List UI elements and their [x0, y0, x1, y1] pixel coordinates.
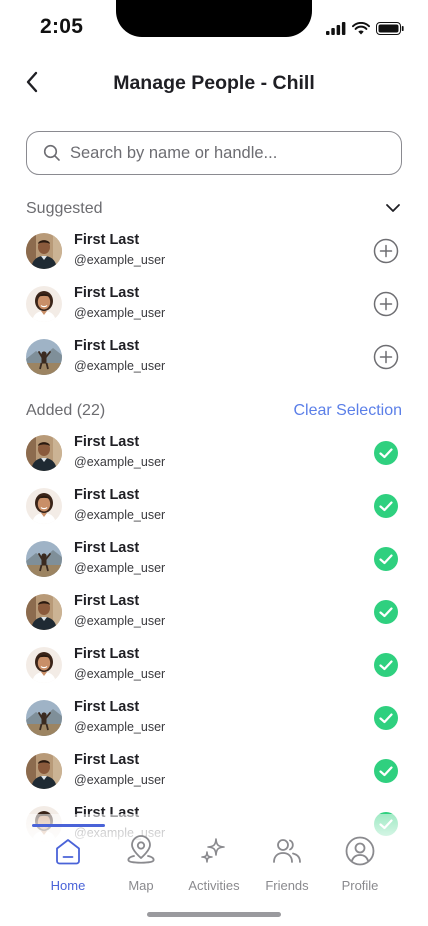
person-handle: @example_user: [74, 561, 166, 575]
added-person-row[interactable]: First Last @example_user: [26, 434, 402, 474]
added-person-row[interactable]: First Last @example_user: [26, 540, 402, 580]
nav-profile-label: Profile: [341, 878, 379, 893]
check-circle-icon: [373, 441, 399, 470]
avatar: [26, 753, 62, 789]
person-handle: @example_user: [74, 508, 166, 522]
person-name: First Last: [74, 285, 140, 301]
wifi-icon: [352, 21, 370, 40]
nav-friends[interactable]: Friends: [247, 834, 327, 896]
avatar: [26, 233, 62, 269]
added-person-row[interactable]: First Last @example_user: [26, 593, 402, 633]
page-title: Manage People - Chill: [113, 72, 315, 94]
bottom-nav: Home Map Activities Friends Profile: [0, 822, 428, 902]
check-circle-icon: [373, 600, 399, 629]
selected-check-button[interactable]: [373, 440, 399, 466]
person-name: First Last: [74, 752, 140, 768]
check-circle-icon: [373, 547, 399, 576]
nav-friends-label: Friends: [265, 878, 309, 893]
person-handle: @example_user: [74, 306, 166, 320]
avatar: [26, 435, 62, 471]
person-handle: @example_user: [74, 455, 166, 469]
signal-icon: [326, 22, 346, 40]
home-icon: [51, 834, 85, 868]
selected-check-button[interactable]: [373, 546, 399, 572]
active-tab-indicator: [32, 824, 105, 827]
profile-icon: [343, 834, 377, 868]
chevron-down-icon: [385, 200, 401, 218]
nav-map[interactable]: Map: [101, 834, 181, 896]
add-person-button[interactable]: [373, 238, 399, 264]
suggested-title: Suggested: [26, 200, 103, 217]
selected-check-button[interactable]: [373, 652, 399, 678]
battery-icon: [376, 22, 404, 40]
selected-check-button[interactable]: [373, 705, 399, 731]
added-section-header: Added (22) Clear Selection: [26, 400, 402, 422]
nav-home[interactable]: Home: [28, 834, 108, 896]
added-person-row[interactable]: First Last @example_user: [26, 752, 402, 792]
plus-circle-icon: [373, 291, 399, 321]
suggested-person-row[interactable]: First Last @example_user: [26, 338, 402, 378]
status-time: 2:05: [40, 15, 84, 38]
add-person-button[interactable]: [373, 291, 399, 317]
person-name: First Last: [74, 232, 140, 248]
person-handle: @example_user: [74, 253, 166, 267]
status-bar: 2:05: [0, 0, 428, 50]
add-person-button[interactable]: [373, 344, 399, 370]
check-circle-icon: [373, 706, 399, 735]
suggested-person-row[interactable]: First Last @example_user: [26, 285, 402, 325]
person-handle: @example_user: [74, 614, 166, 628]
search-icon: [43, 144, 61, 162]
avatar: [26, 700, 62, 736]
suggested-section-header: Suggested: [26, 198, 402, 220]
avatar: [26, 339, 62, 375]
person-handle: @example_user: [74, 773, 166, 787]
added-title: Added (22): [26, 402, 106, 419]
person-handle: @example_user: [74, 720, 166, 734]
friends-icon: [270, 834, 304, 868]
home-indicator: [147, 912, 281, 917]
person-handle: @example_user: [74, 667, 166, 681]
avatar: [26, 488, 62, 524]
person-name: First Last: [74, 593, 140, 609]
avatar: [26, 594, 62, 630]
person-name: First Last: [74, 699, 140, 715]
added-person-row[interactable]: First Last @example_user: [26, 699, 402, 739]
person-name: First Last: [74, 540, 140, 556]
check-circle-icon: [373, 494, 399, 523]
avatar: [26, 647, 62, 683]
check-circle-icon: [373, 759, 399, 788]
nav-activities-label: Activities: [188, 878, 240, 893]
person-name: First Last: [74, 338, 140, 354]
check-circle-icon: [373, 653, 399, 682]
nav-activities[interactable]: Activities: [174, 834, 254, 896]
map-pin-icon: [124, 834, 158, 868]
avatar: [26, 541, 62, 577]
added-person-row[interactable]: First Last @example_user: [26, 487, 402, 527]
plus-circle-icon: [373, 238, 399, 268]
selected-check-button[interactable]: [373, 493, 399, 519]
header: Manage People - Chill: [0, 66, 428, 102]
avatar: [26, 286, 62, 322]
sparkle-icon: [197, 834, 231, 868]
suggested-person-row[interactable]: First Last @example_user: [26, 232, 402, 272]
notch: [116, 0, 312, 37]
plus-circle-icon: [373, 344, 399, 374]
person-name: First Last: [74, 646, 140, 662]
added-person-row[interactable]: First Last @example_user: [26, 646, 402, 686]
nav-profile[interactable]: Profile: [320, 834, 400, 896]
search-input[interactable]: [70, 143, 370, 163]
nav-map-label: Map: [128, 878, 154, 893]
search-box[interactable]: [26, 131, 402, 175]
status-icons: [326, 21, 404, 40]
person-handle: @example_user: [74, 359, 166, 373]
clear-selection-link[interactable]: Clear Selection: [294, 402, 403, 420]
selected-check-button[interactable]: [373, 758, 399, 784]
nav-home-label: Home: [50, 878, 86, 893]
person-name: First Last: [74, 434, 140, 450]
person-name: First Last: [74, 487, 140, 503]
collapse-button[interactable]: [384, 200, 402, 218]
selected-check-button[interactable]: [373, 599, 399, 625]
